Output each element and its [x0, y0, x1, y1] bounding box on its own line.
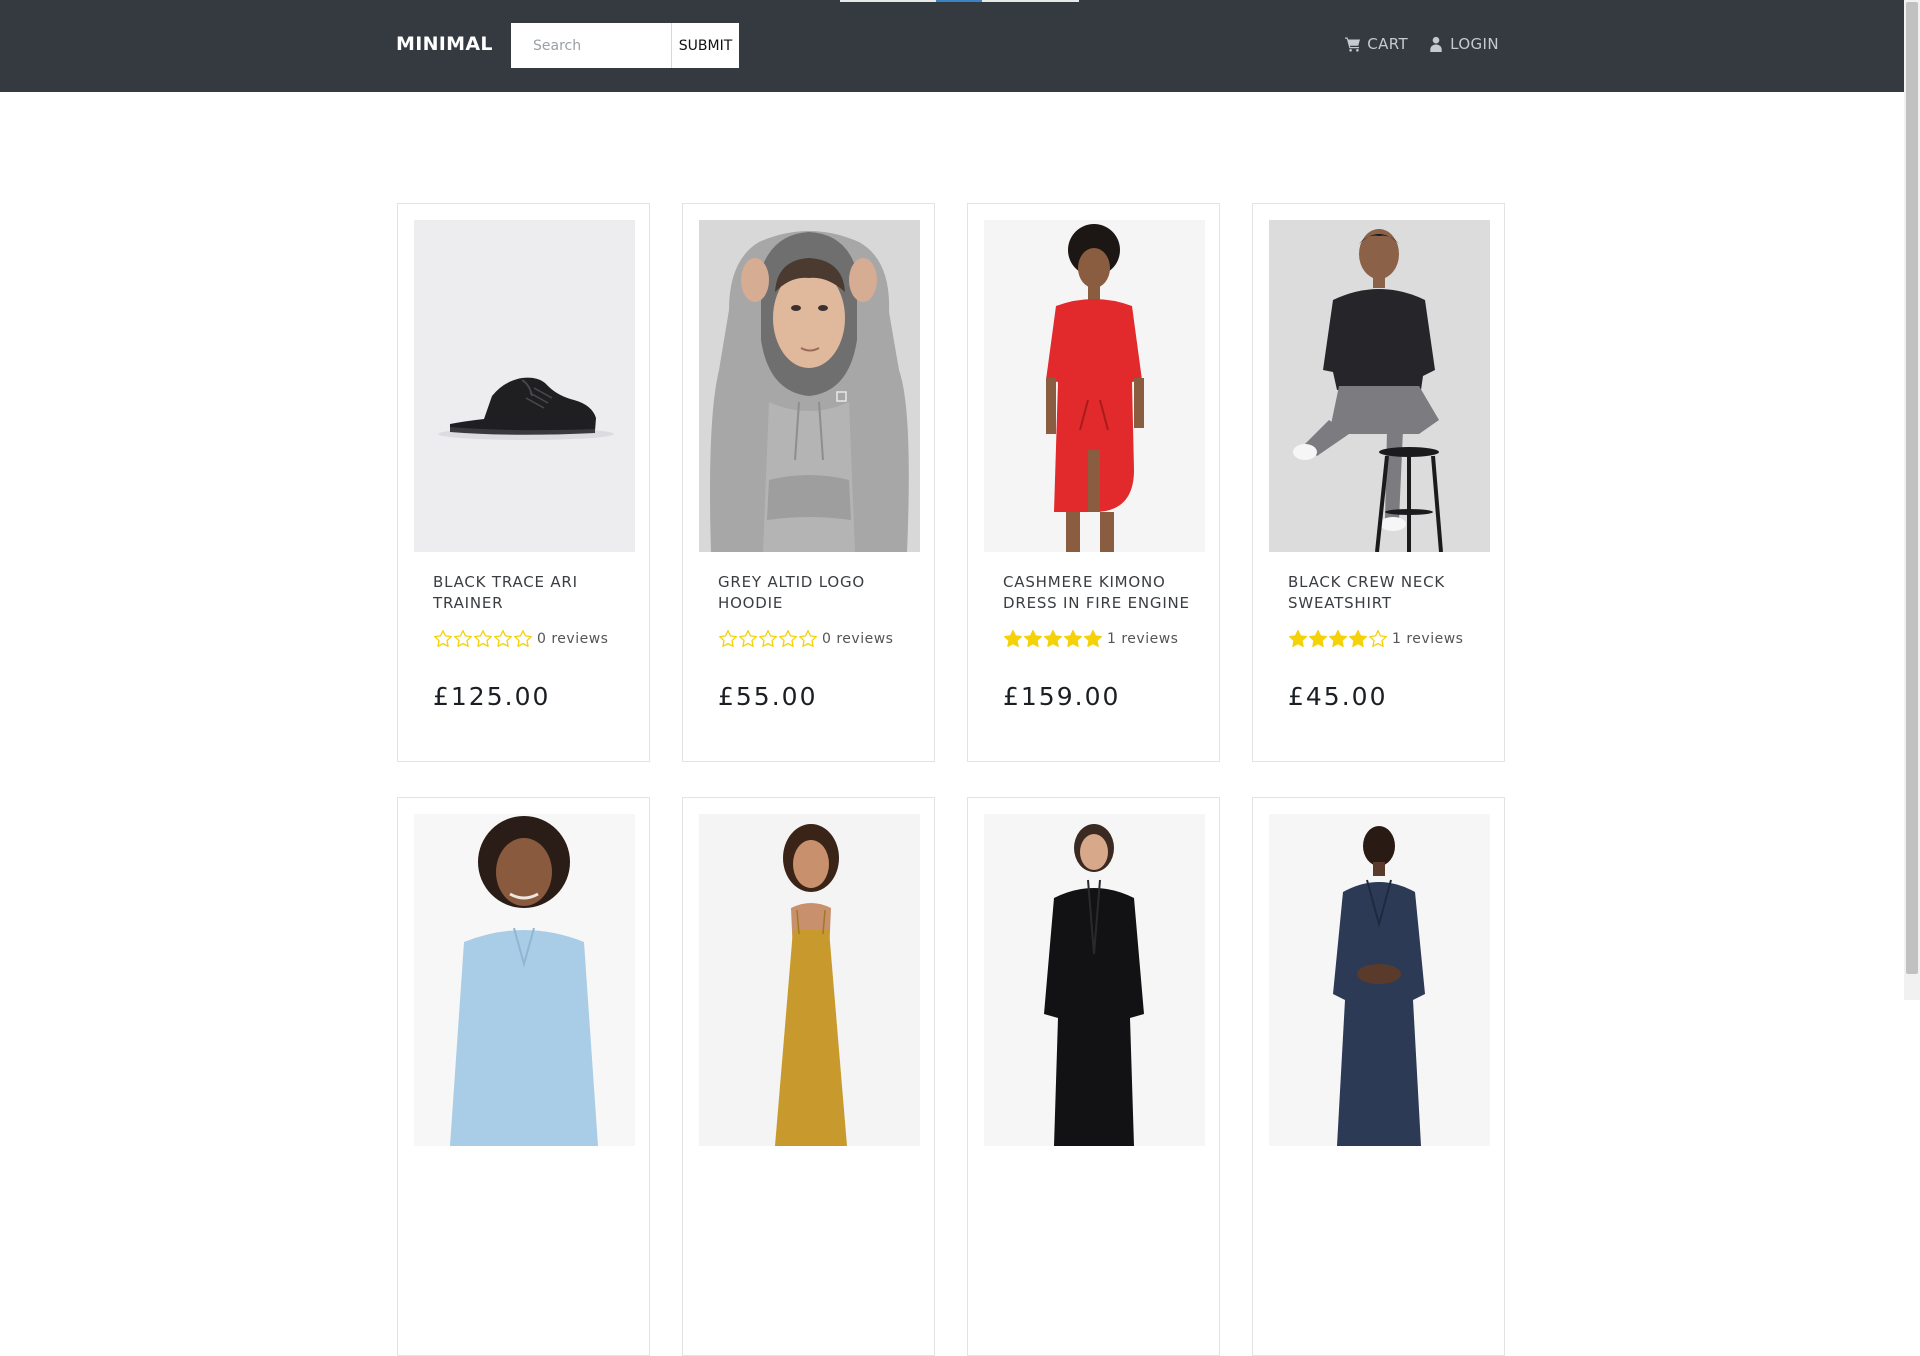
star-filled-icon — [1329, 629, 1347, 647]
star-empty-icon — [759, 629, 777, 647]
star-empty-icon — [779, 629, 797, 647]
login-link[interactable]: LOGIN — [1428, 35, 1499, 53]
star-empty-icon — [434, 629, 452, 647]
submit-button[interactable]: SUBMIT — [671, 23, 739, 68]
product-card[interactable] — [682, 797, 935, 1356]
vertical-scrollbar[interactable] — [1904, 0, 1920, 1000]
star-empty-icon — [474, 629, 492, 647]
product-image[interactable] — [1269, 220, 1490, 552]
star-empty-icon — [494, 629, 512, 647]
product-name[interactable]: GREY ALTID LOGO HOODIE — [718, 572, 908, 614]
product-image[interactable] — [699, 220, 920, 552]
product-image[interactable] — [414, 220, 635, 552]
star-filled-icon — [1289, 629, 1307, 647]
product-card[interactable]: GREY ALTID LOGO HOODIE 0 reviews £55.00 — [682, 203, 935, 762]
star-empty-icon — [1369, 629, 1387, 647]
rating: 1 reviews — [1288, 629, 1463, 649]
cart-link[interactable]: CART — [1345, 35, 1408, 53]
star-empty-icon — [514, 629, 532, 647]
product-image[interactable] — [984, 220, 1205, 552]
star-filled-icon — [1349, 629, 1367, 647]
star-filled-icon — [1024, 629, 1042, 647]
star-empty-icon — [719, 629, 737, 647]
brand-logo[interactable]: MINIMAL — [396, 33, 493, 55]
product-image[interactable] — [414, 814, 635, 1146]
product-card[interactable] — [1252, 797, 1505, 1356]
loading-progress-bar — [840, 0, 1079, 2]
scrollbar-thumb[interactable] — [1906, 2, 1918, 974]
star-filled-icon — [1044, 629, 1062, 647]
product-image[interactable] — [1269, 814, 1490, 1146]
star-empty-icon — [739, 629, 757, 647]
search-form: SUBMIT — [511, 23, 739, 68]
star-filled-icon — [1064, 629, 1082, 647]
product-card[interactable] — [967, 797, 1220, 1356]
star-filled-icon — [1004, 629, 1022, 647]
product-card[interactable]: BLACK TRACE ARI TRAINER 0 reviews £125.0… — [397, 203, 650, 762]
review-count: 1 reviews — [1392, 631, 1464, 647]
product-name[interactable]: BLACK TRACE ARI TRAINER — [433, 572, 623, 614]
star-empty-icon — [454, 629, 472, 647]
login-label: LOGIN — [1450, 35, 1499, 53]
navbar: MINIMAL SUBMIT CART LOGIN — [0, 0, 1904, 92]
loader-segment — [840, 0, 936, 2]
loader-segment — [936, 0, 982, 2]
product-name[interactable]: BLACK CREW NECK SWEATSHIRT — [1288, 572, 1478, 614]
review-count: 1 reviews — [1107, 631, 1179, 647]
product-price: £159.00 — [1003, 682, 1121, 711]
review-count: 0 reviews — [822, 631, 894, 647]
star-empty-icon — [799, 629, 817, 647]
star-filled-icon — [1084, 629, 1102, 647]
cart-label: CART — [1367, 35, 1409, 53]
rating: 1 reviews — [1003, 629, 1178, 649]
rating: 0 reviews — [433, 629, 608, 649]
product-price: £125.00 — [433, 682, 551, 711]
product-image[interactable] — [984, 814, 1205, 1146]
star-filled-icon — [1309, 629, 1327, 647]
product-card[interactable]: CASHMERE KIMONO DRESS IN FIRE ENGINE 1 r… — [967, 203, 1220, 762]
rating: 0 reviews — [718, 629, 893, 649]
review-count: 0 reviews — [537, 631, 609, 647]
nav-links: CART LOGIN — [1345, 35, 1499, 53]
search-input[interactable] — [511, 23, 671, 68]
product-image[interactable] — [699, 814, 920, 1146]
product-name[interactable]: CASHMERE KIMONO DRESS IN FIRE ENGINE — [1003, 572, 1193, 614]
loader-segment — [982, 0, 1079, 2]
product-price: £55.00 — [718, 682, 818, 711]
product-card[interactable] — [397, 797, 650, 1356]
product-price: £45.00 — [1288, 682, 1388, 711]
user-icon — [1430, 36, 1442, 52]
product-card[interactable]: BLACK CREW NECK SWEATSHIRT 1 reviews £45… — [1252, 203, 1505, 762]
shopping-cart-icon — [1345, 37, 1361, 52]
